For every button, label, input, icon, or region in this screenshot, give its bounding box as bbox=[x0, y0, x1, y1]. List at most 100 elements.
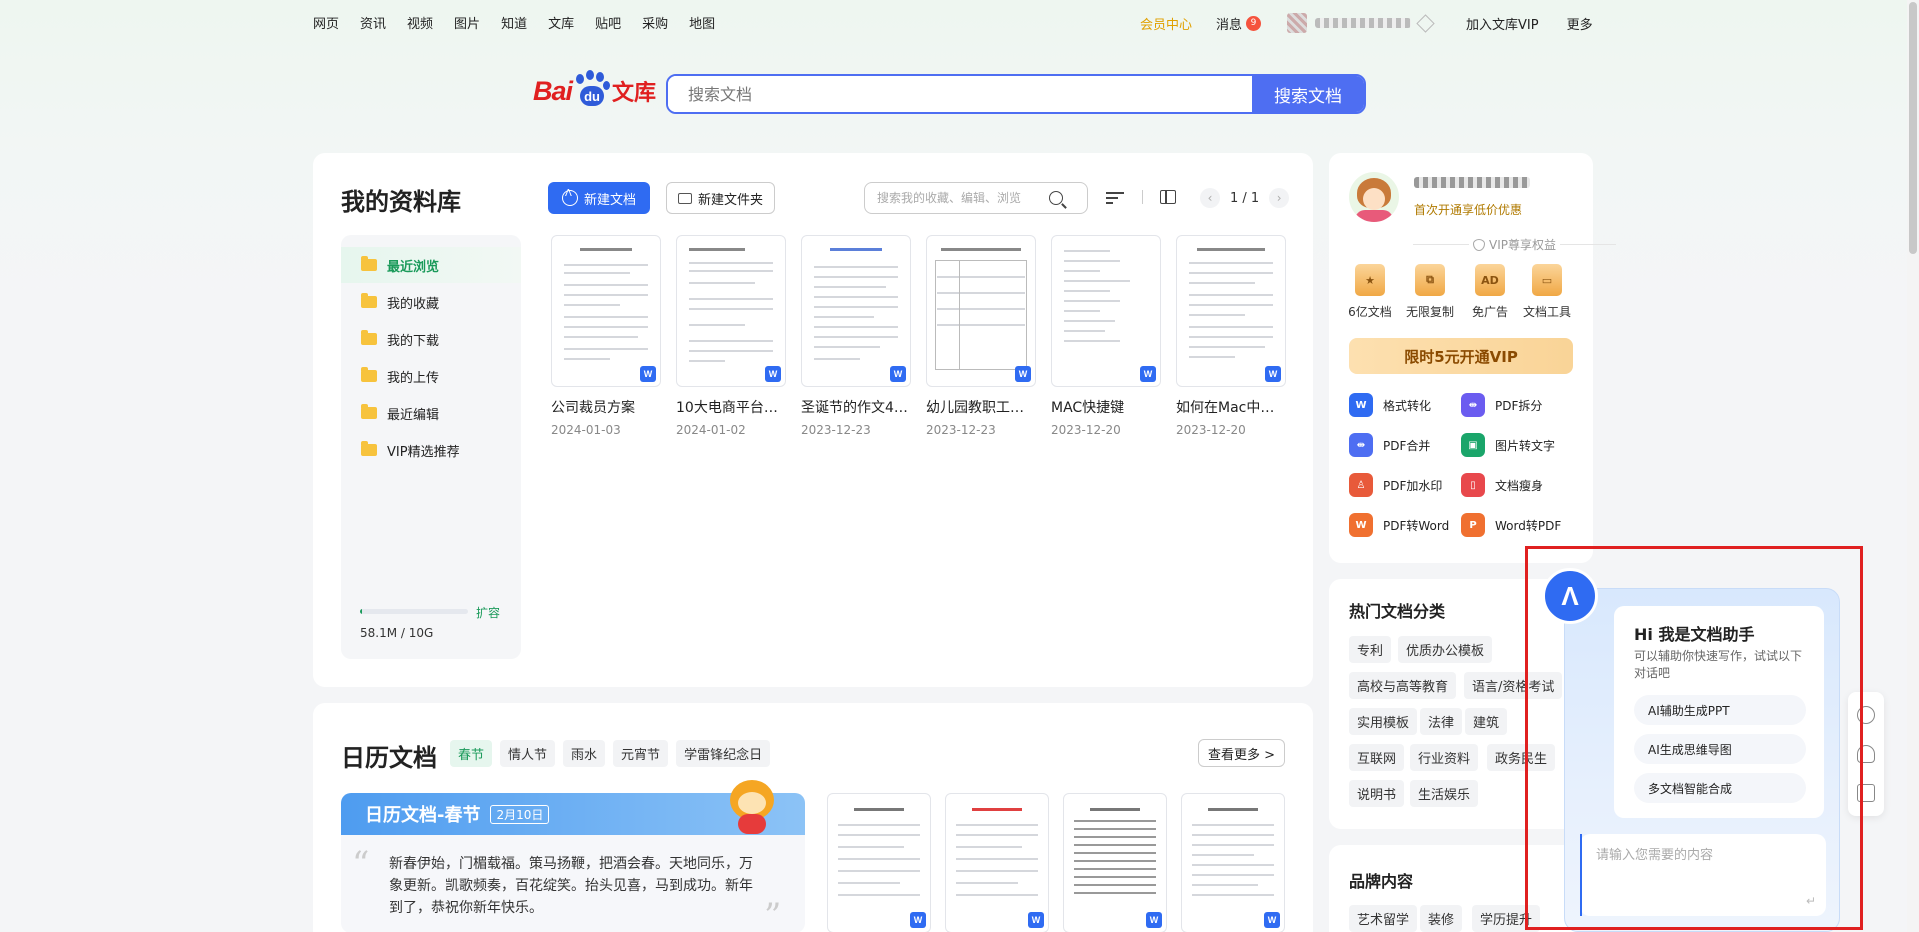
brand-content-title: 品牌内容 bbox=[1349, 872, 1414, 891]
calendar-doc-thumbnail[interactable]: W bbox=[1181, 793, 1285, 932]
vip-promo-text[interactable]: 首次开通享低价优惠 bbox=[1414, 201, 1522, 218]
tool-pdf-watermark[interactable]: ♙ PDF加水印 bbox=[1349, 473, 1442, 497]
sidebar-item-favorites[interactable]: 我的收藏 bbox=[341, 284, 521, 320]
calendar-doc-thumbnail[interactable]: W bbox=[945, 793, 1049, 932]
view-toggle-icon[interactable] bbox=[1160, 190, 1176, 204]
nav-link-images[interactable]: 图片 bbox=[454, 13, 480, 32]
sidebar-item-downloads[interactable]: 我的下载 bbox=[341, 321, 521, 357]
calendar-doc-thumbnail[interactable]: W bbox=[1063, 793, 1167, 932]
nav-link-purchase[interactable]: 采购 bbox=[642, 13, 668, 32]
nav-link-tieba[interactable]: 贴吧 bbox=[595, 13, 621, 32]
tool-format-convert[interactable]: W 格式转化 bbox=[1349, 393, 1431, 417]
category-tag[interactable]: 专利 bbox=[1349, 636, 1392, 663]
vip-perk[interactable]: AD 免广告 bbox=[1460, 264, 1520, 320]
main-search-input[interactable] bbox=[668, 76, 1252, 112]
next-page-button[interactable]: › bbox=[1269, 188, 1290, 208]
vip-center-link[interactable]: 会员中心 bbox=[1140, 14, 1192, 33]
user-avatar[interactable] bbox=[1349, 172, 1399, 222]
recent-doc-card[interactable]: W 公司裁员方案 2024-01-03 bbox=[551, 235, 661, 437]
category-tag[interactable]: 法律 bbox=[1420, 708, 1463, 735]
calendar-tag[interactable]: 春节 bbox=[450, 740, 493, 767]
vip-perk[interactable]: ★ 6亿文档 bbox=[1340, 264, 1400, 320]
vip-perk[interactable]: ⧉ 无限复制 bbox=[1400, 264, 1460, 320]
vip-perk-label: 文档工具 bbox=[1522, 305, 1571, 319]
folder-icon bbox=[361, 404, 377, 419]
join-vip-link[interactable]: 加入文库VIP bbox=[1466, 14, 1539, 33]
tool-word-to-pdf[interactable]: P Word转PDF bbox=[1461, 513, 1561, 537]
word-file-icon: W bbox=[640, 366, 656, 382]
vip-perk[interactable]: ▭ 文档工具 bbox=[1517, 264, 1577, 320]
tool-pdf-merge[interactable]: ⇹ PDF合并 bbox=[1349, 433, 1430, 457]
new-folder-button[interactable]: 新建文件夹 bbox=[666, 182, 775, 214]
calendar-tag[interactable]: 雨水 bbox=[563, 740, 606, 767]
category-tag[interactable]: 实用模板 bbox=[1349, 708, 1418, 735]
nav-link-map[interactable]: 地图 bbox=[689, 13, 715, 32]
recent-doc-card[interactable]: W MAC快捷键 2023-12-20 bbox=[1051, 235, 1161, 437]
user-avatar-small[interactable] bbox=[1287, 13, 1308, 33]
category-tag[interactable]: 互联网 bbox=[1349, 744, 1405, 771]
calendar-doc-thumbnail[interactable]: W bbox=[827, 793, 931, 932]
prev-page-button[interactable]: ‹ bbox=[1200, 188, 1220, 208]
word-file-icon: W bbox=[1146, 912, 1162, 928]
nav-link-web[interactable]: 网页 bbox=[313, 13, 339, 32]
tool-label: 格式转化 bbox=[1383, 398, 1432, 413]
brand-tag[interactable]: 艺术留学 bbox=[1349, 905, 1418, 932]
baidu-wenku-logo[interactable]: Bai du 文库 bbox=[533, 70, 656, 110]
recent-doc-card[interactable]: W 幼儿园教职工… 2023-12-23 bbox=[926, 235, 1036, 437]
more-link[interactable]: 更多 bbox=[1567, 14, 1593, 33]
filter-icon[interactable] bbox=[1106, 189, 1124, 205]
sidebar-item-uploads[interactable]: 我的上传 bbox=[341, 358, 521, 394]
category-tag[interactable]: 说明书 bbox=[1349, 780, 1405, 807]
calendar-card-date: 2月10日 bbox=[490, 804, 550, 824]
new-document-label: 新建文档 bbox=[583, 192, 636, 208]
storage-progress-bar bbox=[360, 609, 468, 614]
category-tag[interactable]: 高校与高等教育 bbox=[1349, 672, 1457, 699]
shield-icon bbox=[1473, 238, 1485, 251]
tool-label: PDF合并 bbox=[1383, 438, 1431, 453]
calendar-tag[interactable]: 元宵节 bbox=[613, 740, 669, 767]
toolbar-divider bbox=[1142, 190, 1143, 204]
username-blurred[interactable] bbox=[1315, 18, 1412, 28]
sidebar-item-recent-edits[interactable]: 最近编辑 bbox=[341, 395, 521, 431]
open-vip-button[interactable]: 限时5元开通VIP bbox=[1349, 338, 1573, 374]
doc-date: 2023-12-20 bbox=[1051, 423, 1121, 437]
nav-link-news[interactable]: 资讯 bbox=[360, 13, 386, 32]
copy-icon: ⧉ bbox=[1415, 264, 1445, 296]
nav-link-zhidao[interactable]: 知道 bbox=[501, 13, 527, 32]
library-search bbox=[864, 182, 1088, 214]
hot-categories-title: 热门文档分类 bbox=[1349, 602, 1446, 621]
calendar-tag[interactable]: 学雷锋纪念日 bbox=[676, 740, 771, 767]
brand-tag[interactable]: 装修 bbox=[1420, 905, 1463, 932]
category-tag[interactable]: 优质办公模板 bbox=[1398, 636, 1493, 663]
word-file-icon: W bbox=[910, 912, 926, 928]
word-file-icon: W bbox=[890, 366, 906, 382]
tool-pdf-split[interactable]: ⇹ PDF拆分 bbox=[1461, 393, 1542, 417]
messages-link[interactable]: 消息 9 bbox=[1216, 14, 1262, 33]
category-tag[interactable]: 建筑 bbox=[1465, 708, 1508, 735]
page-scrollbar-thumb[interactable] bbox=[1909, 2, 1917, 254]
category-tag[interactable]: 行业资料 bbox=[1410, 744, 1479, 771]
sidebar-item-vip-picks[interactable]: VIP精选推荐 bbox=[341, 432, 521, 468]
new-document-button[interactable]: 新建文档 bbox=[548, 182, 650, 214]
recent-doc-card[interactable]: W 10大电商平台… 2024-01-02 bbox=[676, 235, 786, 437]
word-file-icon: W bbox=[1015, 366, 1031, 382]
tool-doc-slim[interactable]: ▯ 文档瘦身 bbox=[1461, 473, 1543, 497]
sidebar-item-label: 最近编辑 bbox=[387, 407, 440, 423]
main-search-button[interactable]: 搜索文档 bbox=[1252, 76, 1364, 112]
calendar-tag[interactable]: 情人节 bbox=[500, 740, 556, 767]
sidebar-item-recent[interactable]: 最近浏览 bbox=[341, 247, 521, 283]
recent-doc-card[interactable]: W 圣诞节的作文4… 2023-12-23 bbox=[801, 235, 911, 437]
tool-pdf-to-word[interactable]: W PDF转Word bbox=[1349, 513, 1449, 537]
nav-link-video[interactable]: 视频 bbox=[407, 13, 433, 32]
recent-doc-card[interactable]: W 如何在Mac中… 2023-12-20 bbox=[1176, 235, 1286, 437]
lion-mascot-icon bbox=[726, 774, 778, 834]
page-indicator: 1 / 1 bbox=[1230, 190, 1260, 206]
library-search-input[interactable] bbox=[865, 191, 1043, 205]
nav-link-wenku[interactable]: 文库 bbox=[548, 13, 574, 32]
tool-image-to-text[interactable]: ▣ 图片转文字 bbox=[1461, 433, 1555, 457]
see-more-button[interactable]: 查看更多 > bbox=[1198, 739, 1285, 767]
category-tag[interactable]: 生活娱乐 bbox=[1410, 780, 1479, 807]
expand-storage-link[interactable]: 扩容 bbox=[476, 604, 500, 621]
close-quote-icon: ” bbox=[764, 896, 782, 932]
search-icon[interactable] bbox=[1049, 191, 1063, 205]
